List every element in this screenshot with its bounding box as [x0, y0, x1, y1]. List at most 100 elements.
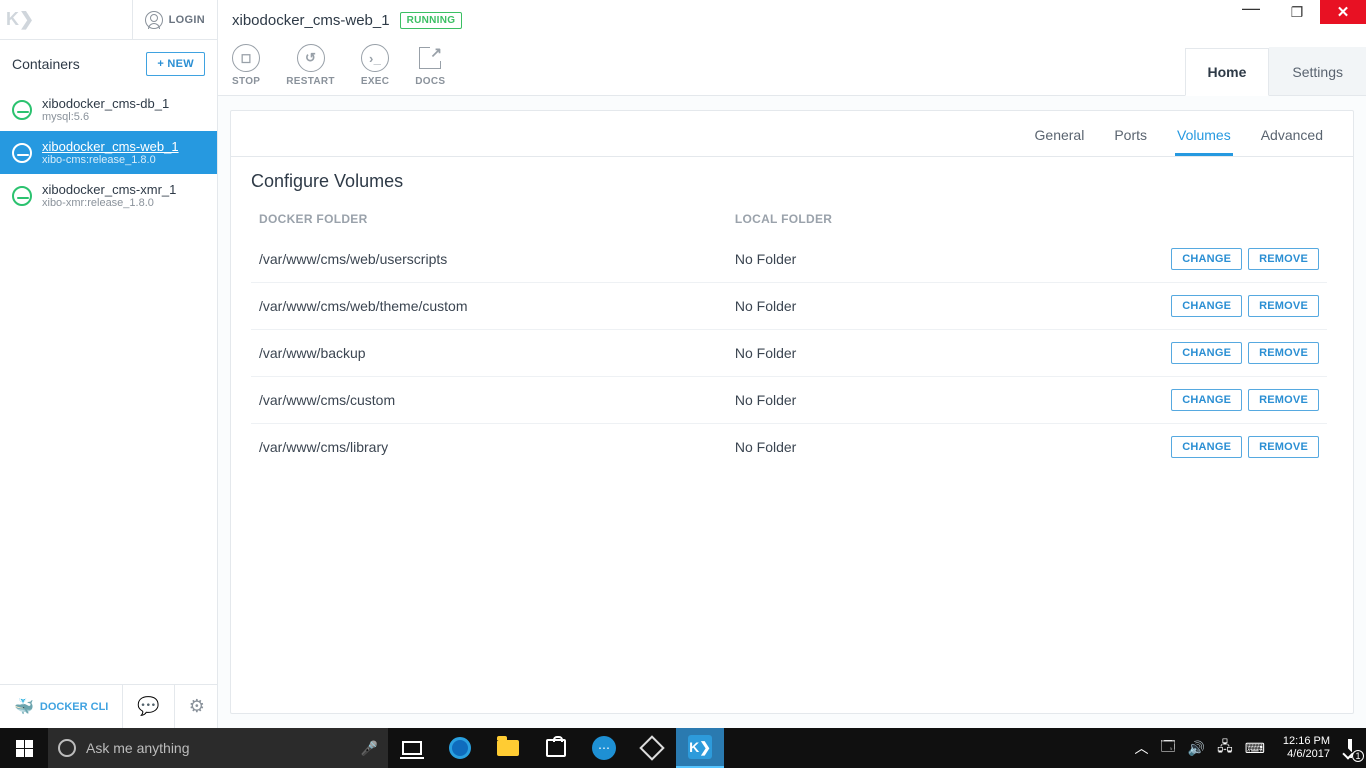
feedback-button[interactable]: 💬	[123, 685, 174, 728]
container-image: xibo-xmr:release_1.8.0	[42, 197, 176, 209]
status-badge: RUNNING	[400, 12, 463, 29]
exec-label: EXEC	[361, 76, 389, 87]
window-minimize-button[interactable]: —	[1228, 0, 1274, 24]
main: xibodocker_cms-web_1 RUNNING ◻ STOP ↺ RE…	[218, 0, 1366, 728]
cortana-icon	[58, 739, 76, 757]
taskbar-app-generic1[interactable]: ⋯	[580, 728, 628, 768]
docker-folder-cell: /var/www/cms/custom	[251, 377, 727, 424]
docs-button[interactable]: DOCS	[415, 44, 445, 87]
volumes-heading: Configure Volumes	[251, 171, 1327, 192]
new-container-button[interactable]: + NEW	[146, 52, 205, 76]
container-list: xibodocker_cms-db_1 mysql:5.6 xibodocker…	[0, 88, 217, 684]
settings-tabs: General Ports Volumes Advanced	[231, 111, 1353, 157]
docker-cli-button[interactable]: 🐳 DOCKER CLI	[0, 685, 123, 728]
row-actions: CHANGE REMOVE	[967, 424, 1327, 471]
whale-icon: 🐳	[14, 697, 34, 717]
tab-home[interactable]: Home	[1185, 48, 1270, 96]
col-local-folder: LOCAL FOLDER	[727, 202, 967, 236]
exec-button[interactable]: ›_ EXEC	[361, 44, 389, 87]
remove-button[interactable]: REMOVE	[1248, 436, 1319, 458]
start-button[interactable]	[0, 728, 48, 768]
store-icon	[546, 739, 566, 757]
header-actions: ◻ STOP ↺ RESTART ›_ EXEC DOCS	[232, 40, 462, 87]
container-item[interactable]: xibodocker_cms-web_1 xibo-cms:release_1.…	[0, 131, 217, 174]
kitematic-icon: K❯	[688, 735, 712, 759]
container-item-text: xibodocker_cms-db_1 mysql:5.6	[42, 96, 169, 123]
app-root: K❯ LOGIN Containers + NEW xibodocker_cms…	[0, 0, 1366, 728]
volumes-table: DOCKER FOLDER LOCAL FOLDER /var/www/cms/…	[251, 202, 1327, 470]
table-row: /var/www/cms/web/userscriptsNo FolderCHA…	[251, 236, 1327, 283]
container-item[interactable]: xibodocker_cms-db_1 mysql:5.6	[0, 88, 217, 131]
sidebar-section-header: Containers + NEW	[0, 40, 217, 88]
tray-chevron-up-icon[interactable]: ︿	[1134, 738, 1148, 758]
remove-button[interactable]: REMOVE	[1248, 248, 1319, 270]
taskbar-app-store[interactable]	[532, 728, 580, 768]
login-button[interactable]: LOGIN	[132, 0, 217, 39]
docker-cli-label: DOCKER CLI	[40, 701, 108, 713]
table-row: /var/www/cms/web/theme/customNo FolderCH…	[251, 283, 1327, 330]
docker-folder-cell: /var/www/cms/web/theme/custom	[251, 283, 727, 330]
tray-battery-icon[interactable]: 🗔	[1160, 736, 1175, 760]
title-row: xibodocker_cms-web_1 RUNNING	[232, 0, 462, 40]
change-button[interactable]: CHANGE	[1171, 295, 1242, 317]
action-center-button[interactable]: 1	[1348, 741, 1358, 756]
change-button[interactable]: CHANGE	[1171, 436, 1242, 458]
terminal-icon: ›_	[361, 44, 389, 72]
taskbar-app-virtualbox[interactable]	[628, 728, 676, 768]
window-maximize-button[interactable]: ❐	[1274, 0, 1320, 24]
folder-icon	[497, 740, 519, 756]
table-row: /var/www/cms/libraryNo FolderCHANGEREMOV…	[251, 424, 1327, 471]
tray-time: 12:16 PM	[1283, 735, 1330, 748]
tray-clock[interactable]: 12:16 PM 4/6/2017	[1277, 735, 1336, 761]
local-folder-cell: No Folder	[727, 330, 967, 377]
cortana-search[interactable]: Ask me anything 🎤	[48, 728, 388, 768]
remove-button[interactable]: REMOVE	[1248, 295, 1319, 317]
system-tray: ︿ 🗔 🔊 🖧 ⌨ 12:16 PM 4/6/2017 1	[1126, 728, 1366, 768]
change-button[interactable]: CHANGE	[1171, 342, 1242, 364]
tab-ports[interactable]: Ports	[1112, 121, 1149, 156]
taskbar-app-edge[interactable]	[436, 728, 484, 768]
local-folder-cell: No Folder	[727, 236, 967, 283]
change-button[interactable]: CHANGE	[1171, 248, 1242, 270]
task-view-icon	[402, 741, 422, 755]
remove-button[interactable]: REMOVE	[1248, 342, 1319, 364]
window-controls: — ❐ ✕	[1228, 0, 1366, 24]
restart-icon: ↺	[297, 44, 325, 72]
docs-label: DOCS	[415, 76, 445, 87]
row-actions: CHANGE REMOVE	[967, 283, 1327, 330]
microphone-icon: 🎤	[361, 740, 378, 757]
search-placeholder: Ask me anything	[86, 740, 190, 756]
local-folder-cell: No Folder	[727, 424, 967, 471]
tray-keyboard-icon[interactable]: ⌨	[1245, 740, 1265, 757]
tab-advanced[interactable]: Advanced	[1259, 121, 1325, 156]
restart-button[interactable]: ↺ RESTART	[286, 44, 335, 87]
tray-volume-icon[interactable]: 🔊	[1188, 740, 1205, 757]
preferences-button[interactable]: ⚙	[175, 685, 219, 728]
container-item-text: xibodocker_cms-xmr_1 xibo-xmr:release_1.…	[42, 182, 176, 209]
restart-label: RESTART	[286, 76, 335, 87]
taskbar-app-explorer[interactable]	[484, 728, 532, 768]
task-view-button[interactable]	[388, 728, 436, 768]
col-actions	[967, 202, 1327, 236]
status-running-icon	[12, 143, 32, 163]
tab-general[interactable]: General	[1033, 121, 1087, 156]
tab-volumes[interactable]: Volumes	[1175, 121, 1233, 156]
window-close-button[interactable]: ✕	[1320, 0, 1366, 24]
tray-network-icon[interactable]: 🖧	[1217, 736, 1233, 760]
tray-date: 4/6/2017	[1283, 748, 1330, 761]
page-title: xibodocker_cms-web_1	[232, 12, 390, 29]
taskbar-app-kitematic[interactable]: K❯	[676, 728, 724, 768]
row-actions: CHANGE REMOVE	[967, 236, 1327, 283]
volumes-config: Configure Volumes DOCKER FOLDER LOCAL FO…	[231, 157, 1353, 490]
container-item[interactable]: xibodocker_cms-xmr_1 xibo-xmr:release_1.…	[0, 174, 217, 217]
docker-folder-cell: /var/www/cms/web/userscripts	[251, 236, 727, 283]
container-name: xibodocker_cms-db_1	[42, 96, 169, 111]
tab-settings[interactable]: Settings	[1269, 47, 1366, 95]
change-button[interactable]: CHANGE	[1171, 389, 1242, 411]
stop-button[interactable]: ◻ STOP	[232, 44, 260, 87]
login-label: LOGIN	[169, 14, 205, 26]
containers-title: Containers	[12, 56, 80, 72]
remove-button[interactable]: REMOVE	[1248, 389, 1319, 411]
edge-icon	[449, 737, 471, 759]
local-folder-cell: No Folder	[727, 283, 967, 330]
